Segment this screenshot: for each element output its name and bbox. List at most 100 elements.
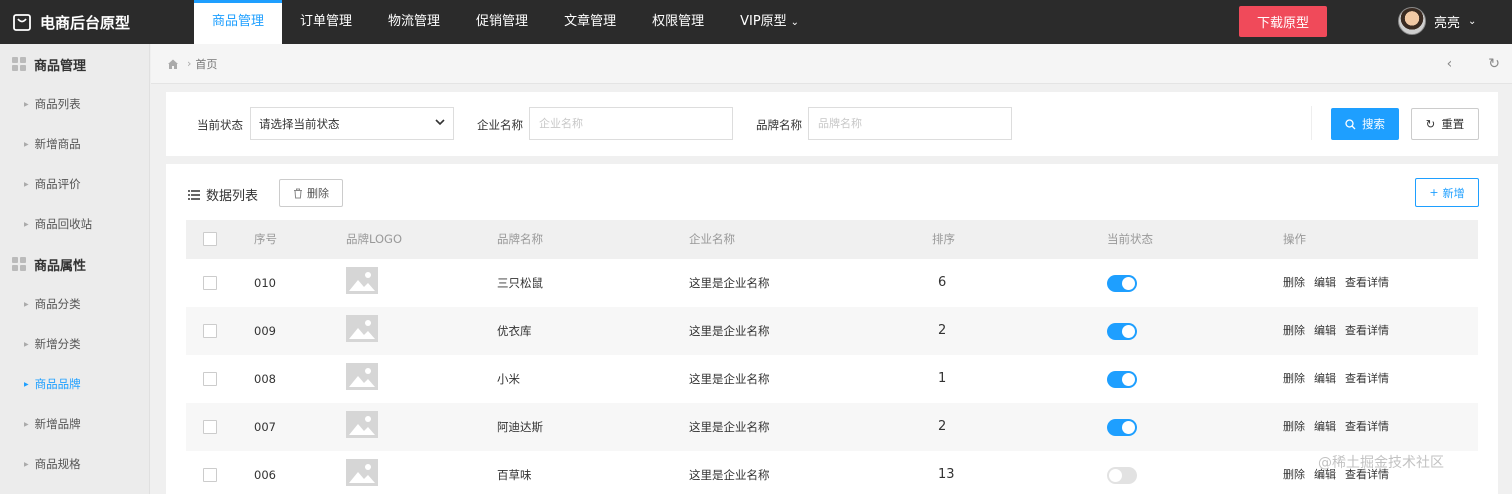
brand-logo-image <box>346 363 378 390</box>
sort-value: 13 <box>938 467 955 482</box>
table-row: 008 小米 这里是企业名称 1 删除 编辑 查看详情 <box>186 355 1478 403</box>
download-prototype-button[interactable]: 下载原型 <box>1239 6 1327 37</box>
sidebar-item[interactable]: ▶ 新增分类 <box>0 324 149 364</box>
sidebar-item[interactable]: ▶ 商品品牌 <box>0 364 149 404</box>
column-header: 品牌名称 <box>497 232 543 246</box>
user-menu[interactable]: 亮亮 ⌄ <box>1398 7 1476 35</box>
row-checkbox[interactable] <box>203 372 217 386</box>
nav-tab-2[interactable]: 物流管理 <box>370 0 458 44</box>
company-input[interactable] <box>529 107 733 140</box>
delete-link[interactable]: 删除 <box>1283 403 1305 451</box>
row-checkbox[interactable] <box>203 420 217 434</box>
view-details-link[interactable]: 查看详情 <box>1345 307 1389 355</box>
add-button[interactable]: + 新增 <box>1415 178 1479 207</box>
caret-right-icon: ▶ <box>24 380 29 388</box>
nav-tab-6[interactable]: VIP原型 ⌄ <box>722 0 817 44</box>
panel-title: 数据列表 <box>188 185 258 204</box>
edit-link[interactable]: 编辑 <box>1314 355 1336 403</box>
chevron-right-icon: › <box>187 57 192 70</box>
view-details-link[interactable]: 查看详情 <box>1345 259 1389 307</box>
refresh-icon[interactable]: ↻ <box>1488 56 1500 72</box>
view-details-link[interactable]: 查看详情 <box>1345 403 1389 451</box>
nav-tab-label: 权限管理 <box>652 14 705 29</box>
chevron-down-icon[interactable]: ⌄ <box>1468 16 1476 27</box>
row-checkbox[interactable] <box>203 324 217 338</box>
status-label: 当前状态 <box>197 118 243 132</box>
company-name: 这里是企业名称 <box>689 324 770 338</box>
sidebar-item-label: 商品列表 <box>34 97 81 111</box>
home-icon[interactable] <box>167 58 179 70</box>
status-select-value: 请选择当前状态 <box>259 116 340 131</box>
sidebar-item[interactable]: ▶ 商品列表 <box>0 84 149 124</box>
sidebar: 商品管理 ▶ 商品列表 ▶ 新增商品 ▶ 商品评价 ▶ 商品回收站 商品属性 ▶ 商品分类 ▶ 新增分类 ▶… <box>0 44 150 494</box>
nav-tab-4[interactable]: 文章管理 <box>546 0 634 44</box>
sidebar-item[interactable]: ▶ 商品规格 <box>0 444 149 484</box>
nav-tab-label: 订单管理 <box>300 14 353 29</box>
sidebar-group[interactable]: 商品属性 <box>0 244 149 284</box>
company-name: 这里是企业名称 <box>689 372 770 386</box>
status-toggle[interactable] <box>1107 419 1137 436</box>
delete-link[interactable]: 删除 <box>1283 451 1305 494</box>
delete-link[interactable]: 删除 <box>1283 355 1305 403</box>
column-header: 排序 <box>932 232 955 246</box>
sidebar-item[interactable]: ▶ 新增商品 <box>0 124 149 164</box>
brand-logo-image <box>346 267 378 294</box>
sidebar-item-label: 商品品牌 <box>34 377 81 391</box>
view-details-link[interactable]: 查看详情 <box>1345 355 1389 403</box>
edit-link[interactable]: 编辑 <box>1314 403 1336 451</box>
sidebar-item[interactable]: ▶ 新增品牌 <box>0 404 149 444</box>
reset-button[interactable]: ↻ 重置 <box>1411 108 1479 140</box>
batch-delete-button[interactable]: 删除 <box>279 179 343 207</box>
caret-right-icon: ▶ <box>24 340 29 348</box>
search-icon <box>1345 118 1356 129</box>
caret-right-icon: ▶ <box>24 460 29 468</box>
caret-right-icon: ▶ <box>24 420 29 428</box>
table-row: 007 阿迪达斯 这里是企业名称 2 删除 编辑 查看详情 <box>186 403 1478 451</box>
plus-icon: + <box>1429 186 1439 199</box>
user-name[interactable]: 亮亮 <box>1434 12 1460 31</box>
caret-right-icon: ▶ <box>24 300 29 308</box>
column-header: 品牌LOGO <box>346 232 403 246</box>
delete-link[interactable]: 删除 <box>1283 259 1305 307</box>
nav-tab-3[interactable]: 促销管理 <box>458 0 546 44</box>
nav-tab-1[interactable]: 订单管理 <box>282 0 370 44</box>
batch-delete-label: 删除 <box>307 187 329 200</box>
company-name: 这里是企业名称 <box>689 468 770 482</box>
status-toggle[interactable] <box>1107 371 1137 388</box>
nav-tab-5[interactable]: 权限管理 <box>634 0 722 44</box>
caret-right-icon: ▶ <box>24 100 29 108</box>
select-all-checkbox[interactable] <box>203 232 217 246</box>
sidebar-item-label: 新增分类 <box>34 337 81 351</box>
data-panel: 数据列表 删除 + 新增 序号 品牌LOGO 品牌名称 企业名称 排序 当前状态 操作 01… <box>166 164 1498 494</box>
row-actions: 删除 编辑 查看详情 <box>1283 355 1389 403</box>
brand-input[interactable] <box>808 107 1012 140</box>
sidebar-item[interactable]: ▶ 商品评价 <box>0 164 149 204</box>
edit-link[interactable]: 编辑 <box>1314 259 1336 307</box>
table-row: 009 优衣库 这里是企业名称 2 删除 编辑 查看详情 <box>186 307 1478 355</box>
status-toggle[interactable] <box>1107 467 1137 484</box>
row-id: 007 <box>254 420 276 434</box>
sidebar-group[interactable]: 商品管理 <box>0 44 149 84</box>
edit-link[interactable]: 编辑 <box>1314 307 1336 355</box>
sidebar-item[interactable]: ▶ 商品分类 <box>0 284 149 324</box>
nav-tab-label: 物流管理 <box>388 14 441 29</box>
avatar[interactable] <box>1398 7 1426 35</box>
back-icon[interactable]: ‹ <box>1447 56 1453 72</box>
status-toggle[interactable] <box>1107 275 1137 292</box>
row-actions: 删除 编辑 查看详情 <box>1283 403 1389 451</box>
status-toggle[interactable] <box>1107 323 1137 340</box>
filter-panel: 当前状态 请选择当前状态 企业名称 品牌名称 搜索 ↻ 重置 <box>166 92 1498 156</box>
search-button[interactable]: 搜索 <box>1331 108 1399 140</box>
sidebar-item-label: 新增商品 <box>34 137 81 151</box>
app-logo[interactable]: 电商后台原型 <box>12 0 130 44</box>
nav-tab-0[interactable]: 商品管理 <box>194 0 283 44</box>
panel-title-text: 数据列表 <box>206 189 259 204</box>
row-actions: 删除 编辑 查看详情 <box>1283 307 1389 355</box>
row-checkbox[interactable] <box>203 468 217 482</box>
grid-icon <box>12 57 26 71</box>
delete-link[interactable]: 删除 <box>1283 307 1305 355</box>
row-checkbox[interactable] <box>203 276 217 290</box>
sidebar-item[interactable]: ▶ 商品回收站 <box>0 204 149 244</box>
status-select[interactable]: 请选择当前状态 <box>250 107 454 140</box>
breadcrumb-home[interactable]: 首页 <box>195 56 217 72</box>
